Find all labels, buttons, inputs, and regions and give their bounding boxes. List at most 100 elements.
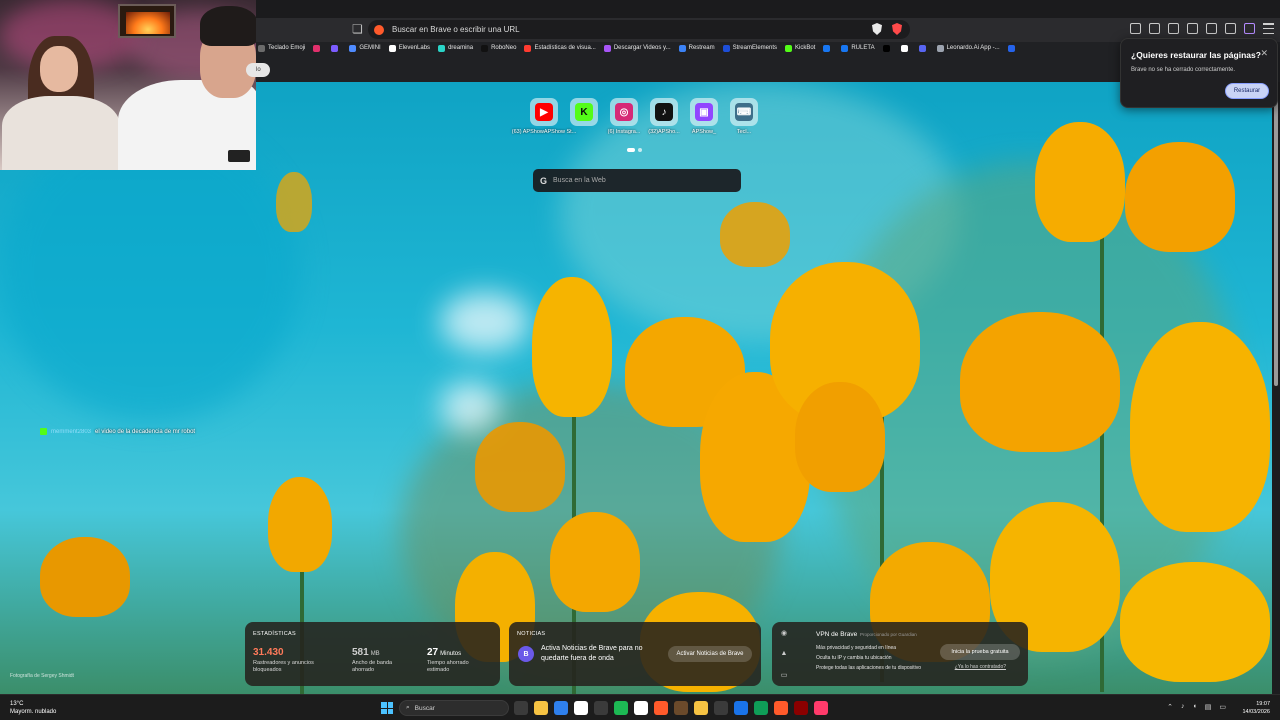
taskbar-app-icon[interactable] — [794, 701, 808, 715]
top-site-tile[interactable]: ▶ (63) APShowAPShow St... — [512, 98, 576, 135]
clock-date: 14/03/2026 — [1242, 709, 1270, 715]
taskbar-app-icon[interactable] — [814, 701, 828, 715]
vpn-provider: Proporcionado por Guardian — [860, 632, 917, 637]
taskbar-search[interactable]: ⌕ Buscar — [399, 700, 509, 716]
omnibox-placeholder: Buscar en Brave o escribir una URL — [392, 25, 520, 34]
top-site-frame: ◎ — [610, 98, 638, 126]
bookmark-favicon-icon — [823, 44, 831, 52]
top-site-tile[interactable]: ▣ APShow_ — [688, 98, 720, 135]
top-site-tile[interactable]: K — [568, 98, 600, 135]
vpn-features: Más privacidad y seguridad en línea Ocul… — [816, 643, 921, 673]
bookmark-favicon-icon — [603, 44, 611, 52]
microphone-icon[interactable]: ♪ — [1181, 703, 1185, 711]
taskbar-app-icon[interactable] — [594, 701, 608, 715]
clock[interactable]: 19:07 14/03/2026 — [1242, 700, 1270, 716]
taskbar-app-icon[interactable] — [674, 701, 688, 715]
pager-dot[interactable] — [638, 148, 642, 152]
bookmark-item[interactable] — [882, 44, 893, 52]
bookmark-item[interactable]: Teclado Emoji — [258, 44, 305, 52]
top-site-tile[interactable]: ◎ (6) Instagra... — [608, 98, 640, 135]
brave-shields-icon[interactable] — [872, 23, 882, 35]
vpn-feature: Más privacidad y seguridad en línea — [816, 645, 897, 651]
bookmark-item[interactable] — [900, 44, 911, 52]
bookmark-favicon-icon — [678, 44, 686, 52]
already-subscribed-link[interactable]: ¿Ya lo has contratado? — [955, 664, 1006, 670]
bookmark-item[interactable]: dreamina — [438, 44, 473, 52]
bookmark-item[interactable]: RULETA — [841, 44, 875, 52]
scrollbar-thumb[interactable] — [1274, 86, 1278, 386]
taskbar-app-icon[interactable] — [614, 701, 628, 715]
bookmark-item[interactable] — [331, 44, 341, 52]
taskbar-app-icon[interactable] — [574, 701, 588, 715]
restore-button[interactable]: Restaurar — [1225, 83, 1269, 99]
taskbar-app-icon[interactable] — [654, 701, 668, 715]
bookmark-item[interactable]: Restream — [678, 44, 715, 52]
taskbar-app-icon[interactable] — [734, 701, 748, 715]
battery-icon[interactable]: ▭ — [1219, 703, 1226, 711]
bookmark-favicon-icon — [481, 44, 489, 52]
stat-value: 31.430 — [253, 647, 284, 658]
omnibox[interactable]: Buscar en Brave o escribir una URL — [368, 20, 910, 39]
bookmark-item[interactable] — [918, 44, 929, 52]
fireplace — [118, 4, 176, 38]
brave-news-icon: B — [518, 646, 534, 662]
brave-rewards-icon[interactable] — [892, 23, 902, 35]
taskbar-app-icon[interactable] — [754, 701, 768, 715]
bookmark-item[interactable]: Descargar Videos y... — [603, 44, 671, 52]
widget-arrow-icon[interactable]: ▲ — [781, 650, 788, 657]
bookmark-icon[interactable]: ❏ — [352, 22, 366, 38]
start-trial-button[interactable]: Inicia la prueba gratuita — [940, 644, 1020, 660]
screenshot-icon[interactable] — [1149, 23, 1160, 34]
taskbar-app-icon[interactable] — [514, 701, 528, 715]
taskbar-app-icon[interactable] — [774, 701, 788, 715]
taskbar-app-icon[interactable] — [534, 701, 548, 715]
stat-value: 581 MB — [352, 647, 380, 658]
bookmark-item[interactable] — [313, 44, 323, 52]
vpn-feature: Protege todas las aplicaciones de tu dis… — [816, 665, 922, 671]
profile-icon[interactable] — [1244, 23, 1255, 34]
partial-button[interactable]: lo — [246, 63, 270, 77]
taskbar-app-icon[interactable] — [634, 701, 648, 715]
bookmark-item[interactable]: ElevenLabs — [388, 44, 430, 52]
start-icon[interactable] — [381, 702, 393, 714]
top-site-tile[interactable]: ⌨ Tecl... — [728, 98, 760, 135]
page-scrollbar[interactable] — [1272, 82, 1280, 694]
network-icon[interactable]: ▤ — [1205, 703, 1212, 711]
pager-dot-active[interactable] — [627, 148, 635, 152]
vpn-icon[interactable] — [1225, 23, 1236, 34]
web-search-box[interactable]: G Busca en la Web — [533, 169, 741, 192]
bookmark-favicon-icon — [388, 44, 396, 52]
top-site-label: (63) APShowAPShow St... — [511, 129, 577, 135]
bookmark-item[interactable]: GEMINI — [349, 44, 381, 52]
widget-vpn-icon[interactable]: ◉ — [781, 629, 787, 637]
photo-credit[interactable]: Fotografía de Sergey Shmidt — [10, 673, 74, 679]
bookmark-item[interactable]: StreamElements — [722, 44, 777, 52]
bookmark-item[interactable]: Estadísticas de visua... — [524, 44, 596, 52]
bookmark-item[interactable] — [1007, 44, 1018, 52]
bookmark-favicon-icon — [841, 44, 849, 52]
activate-news-button[interactable]: Activar Noticias de Brave — [668, 646, 752, 662]
brave-search-icon — [374, 24, 384, 35]
taskbar-app-icon[interactable] — [714, 701, 728, 715]
top-site-tile[interactable]: ♪ (32)APSho... — [648, 98, 680, 135]
wallet-icon[interactable] — [1187, 23, 1198, 34]
bookmark-item[interactable]: Leonardo.Ai App -... — [936, 44, 1000, 52]
bookmark-label: RoboNeo — [491, 45, 517, 51]
bookmark-item[interactable]: KickBot — [785, 44, 815, 52]
restore-pages-dialog: ¿Quieres restaurar las páginas? ✕ Brave … — [1120, 38, 1278, 108]
chat-overlay-message: memment2803 el video de la decadencia de… — [40, 428, 195, 435]
bookmark-item[interactable] — [823, 44, 833, 52]
close-icon[interactable]: ✕ — [1260, 48, 1268, 59]
extensions-icon[interactable] — [1130, 23, 1141, 34]
bookmark-item[interactable]: RoboNeo — [481, 44, 517, 52]
leo-ai-icon[interactable] — [1206, 23, 1217, 34]
taskbar-app-icon[interactable] — [694, 701, 708, 715]
tray-chevron-icon[interactable]: ⌃ — [1167, 703, 1173, 711]
weather-desc: Mayorm. nublado — [10, 709, 57, 715]
widget-card-icon[interactable]: ▭ — [781, 671, 788, 679]
taskbar-app-icon[interactable] — [554, 701, 568, 715]
speaker-icon[interactable]: ◖ — [1193, 703, 1197, 711]
sidebar-icon[interactable] — [1168, 23, 1179, 34]
menu-icon[interactable] — [1263, 23, 1274, 34]
weather-widget[interactable]: 13°C Mayorm. nublado — [10, 700, 56, 716]
